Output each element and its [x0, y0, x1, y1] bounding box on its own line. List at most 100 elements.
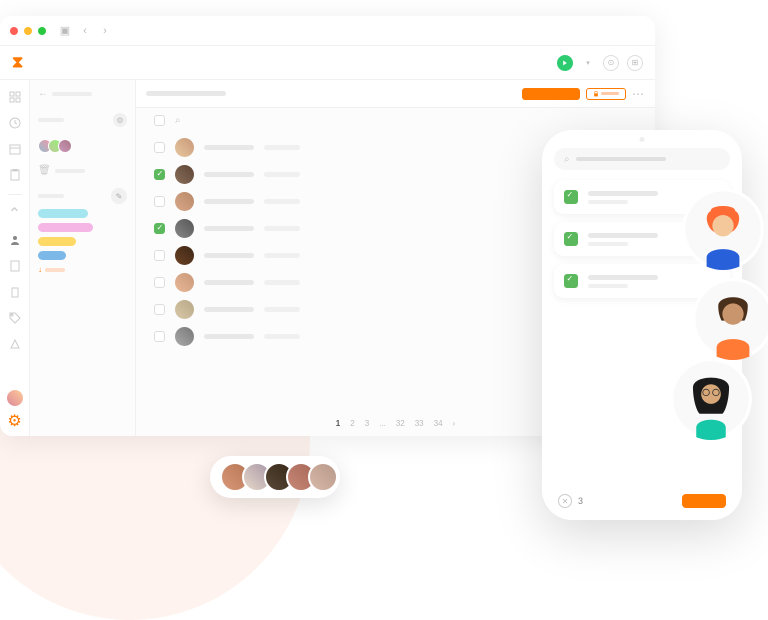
- phone-checkbox[interactable]: [564, 274, 578, 288]
- sidebar-toggle-icon[interactable]: ▣: [58, 24, 72, 38]
- sidebar-title: [52, 92, 92, 96]
- rail-doc-icon[interactable]: [8, 259, 22, 273]
- nav-forward-icon[interactable]: ›: [98, 24, 112, 38]
- sidebar-tags-label: [38, 194, 64, 198]
- page-number[interactable]: 3: [365, 419, 369, 428]
- rail-collapse-icon[interactable]: ⌃: [8, 207, 22, 221]
- sidebar-tag[interactable]: [38, 223, 93, 232]
- header-action-1[interactable]: ⊙: [603, 55, 619, 71]
- row-name: [204, 172, 254, 177]
- row-meta: [264, 253, 300, 258]
- page-number[interactable]: 1: [336, 419, 340, 428]
- page-number[interactable]: ...: [379, 419, 386, 428]
- phone-checkbox[interactable]: [564, 190, 578, 204]
- row-meta: [264, 280, 300, 285]
- row-avatar: [175, 246, 194, 265]
- sidebar-trash-label: [55, 169, 85, 173]
- row-meta: [264, 172, 300, 177]
- primary-action-button[interactable]: [522, 88, 580, 100]
- phone-card-title: [588, 233, 658, 238]
- page-number[interactable]: 33: [415, 419, 424, 428]
- phone-checkbox[interactable]: [564, 232, 578, 246]
- minimize-dot[interactable]: [24, 27, 32, 35]
- gear-icon[interactable]: ⚙: [113, 113, 127, 127]
- app-logo[interactable]: ⧗: [12, 54, 30, 72]
- row-name: [204, 334, 254, 339]
- close-dot[interactable]: [10, 27, 18, 35]
- row-checkbox[interactable]: [154, 196, 165, 207]
- maximize-dot[interactable]: [38, 27, 46, 35]
- phone-camera: [640, 137, 645, 142]
- row-name: [204, 145, 254, 150]
- row-name: [204, 199, 254, 204]
- row-checkbox[interactable]: [154, 223, 165, 234]
- rail-tag-icon[interactable]: [8, 311, 22, 325]
- row-checkbox[interactable]: [154, 169, 165, 180]
- phone-card-meta: [588, 242, 628, 246]
- row-checkbox[interactable]: [154, 304, 165, 315]
- phone-card-meta: [588, 284, 628, 288]
- chevron-down-icon[interactable]: ▾: [581, 56, 595, 70]
- rail-clock-icon[interactable]: [8, 116, 22, 130]
- page-number[interactable]: 2: [350, 419, 354, 428]
- search-icon[interactable]: ⌕: [175, 115, 181, 126]
- more-icon[interactable]: ⋯: [632, 87, 645, 101]
- sidebar-tag[interactable]: [38, 251, 66, 260]
- phone-action-button[interactable]: [682, 494, 726, 508]
- row-name: [204, 226, 254, 231]
- lock-icon: [593, 91, 599, 97]
- sidebar-tag[interactable]: [38, 209, 88, 218]
- row-checkbox[interactable]: [154, 250, 165, 261]
- page-number[interactable]: 32: [396, 419, 405, 428]
- search-icon: ⌕: [564, 154, 570, 165]
- phone-search-placeholder: [576, 157, 666, 161]
- window-titlebar: ▣ ‹ ›: [0, 16, 655, 46]
- sidebar-back-icon[interactable]: ←: [38, 88, 48, 99]
- phone-card-meta: [588, 200, 628, 204]
- page-number[interactable]: 34: [434, 419, 443, 428]
- pencil-icon[interactable]: ✎: [111, 188, 127, 204]
- row-meta: [264, 307, 300, 312]
- rail-people-icon[interactable]: [8, 233, 22, 247]
- rail-triangle-icon[interactable]: [8, 337, 22, 351]
- row-meta: [264, 334, 300, 339]
- row-checkbox[interactable]: [154, 142, 165, 153]
- rail-user-avatar[interactable]: [7, 390, 23, 406]
- sidebar-add-tag[interactable]: ↓: [38, 265, 127, 274]
- close-icon[interactable]: ✕: [558, 494, 572, 508]
- row-avatar: [175, 165, 194, 184]
- row-checkbox[interactable]: [154, 277, 165, 288]
- nav-back-icon[interactable]: ‹: [78, 24, 92, 38]
- phone-footer: ✕ 3: [554, 486, 730, 510]
- sidebar-team-avatars[interactable]: [38, 139, 68, 153]
- trash-icon[interactable]: 🗑: [38, 165, 51, 176]
- sidebar: ← ⚙ 🗑 ✎: [30, 80, 136, 436]
- row-avatar: [175, 219, 194, 238]
- row-meta: [264, 226, 300, 231]
- pill-avatar[interactable]: [308, 462, 338, 492]
- rail-dashboard-icon[interactable]: [8, 90, 22, 104]
- float-avatar-1: [682, 188, 764, 270]
- rail-calendar-icon[interactable]: [8, 142, 22, 156]
- rail-building-icon[interactable]: [8, 285, 22, 299]
- rail-settings-icon[interactable]: ⚙: [8, 414, 22, 428]
- filter-row: ⌕: [136, 108, 655, 132]
- rail-clipboard-icon[interactable]: [8, 168, 22, 182]
- phone-search[interactable]: ⌕: [554, 148, 730, 170]
- float-avatar-3: [670, 358, 752, 440]
- phone-card-title: [588, 191, 658, 196]
- row-name: [204, 280, 254, 285]
- row-meta: [264, 199, 300, 204]
- avatar-pill: [210, 456, 340, 498]
- row-checkbox[interactable]: [154, 331, 165, 342]
- sidebar-tag[interactable]: [38, 237, 76, 246]
- header-action-2[interactable]: ⊞: [627, 55, 643, 71]
- row-avatar: [175, 192, 194, 211]
- play-button[interactable]: [557, 55, 573, 71]
- row-meta: [264, 145, 300, 150]
- nav-rail: ⌃ ⚙: [0, 80, 30, 436]
- phone-card-title: [588, 275, 658, 280]
- page-next-icon[interactable]: ›: [453, 419, 456, 428]
- select-all-checkbox[interactable]: [154, 115, 165, 126]
- secondary-action-button[interactable]: [586, 88, 626, 100]
